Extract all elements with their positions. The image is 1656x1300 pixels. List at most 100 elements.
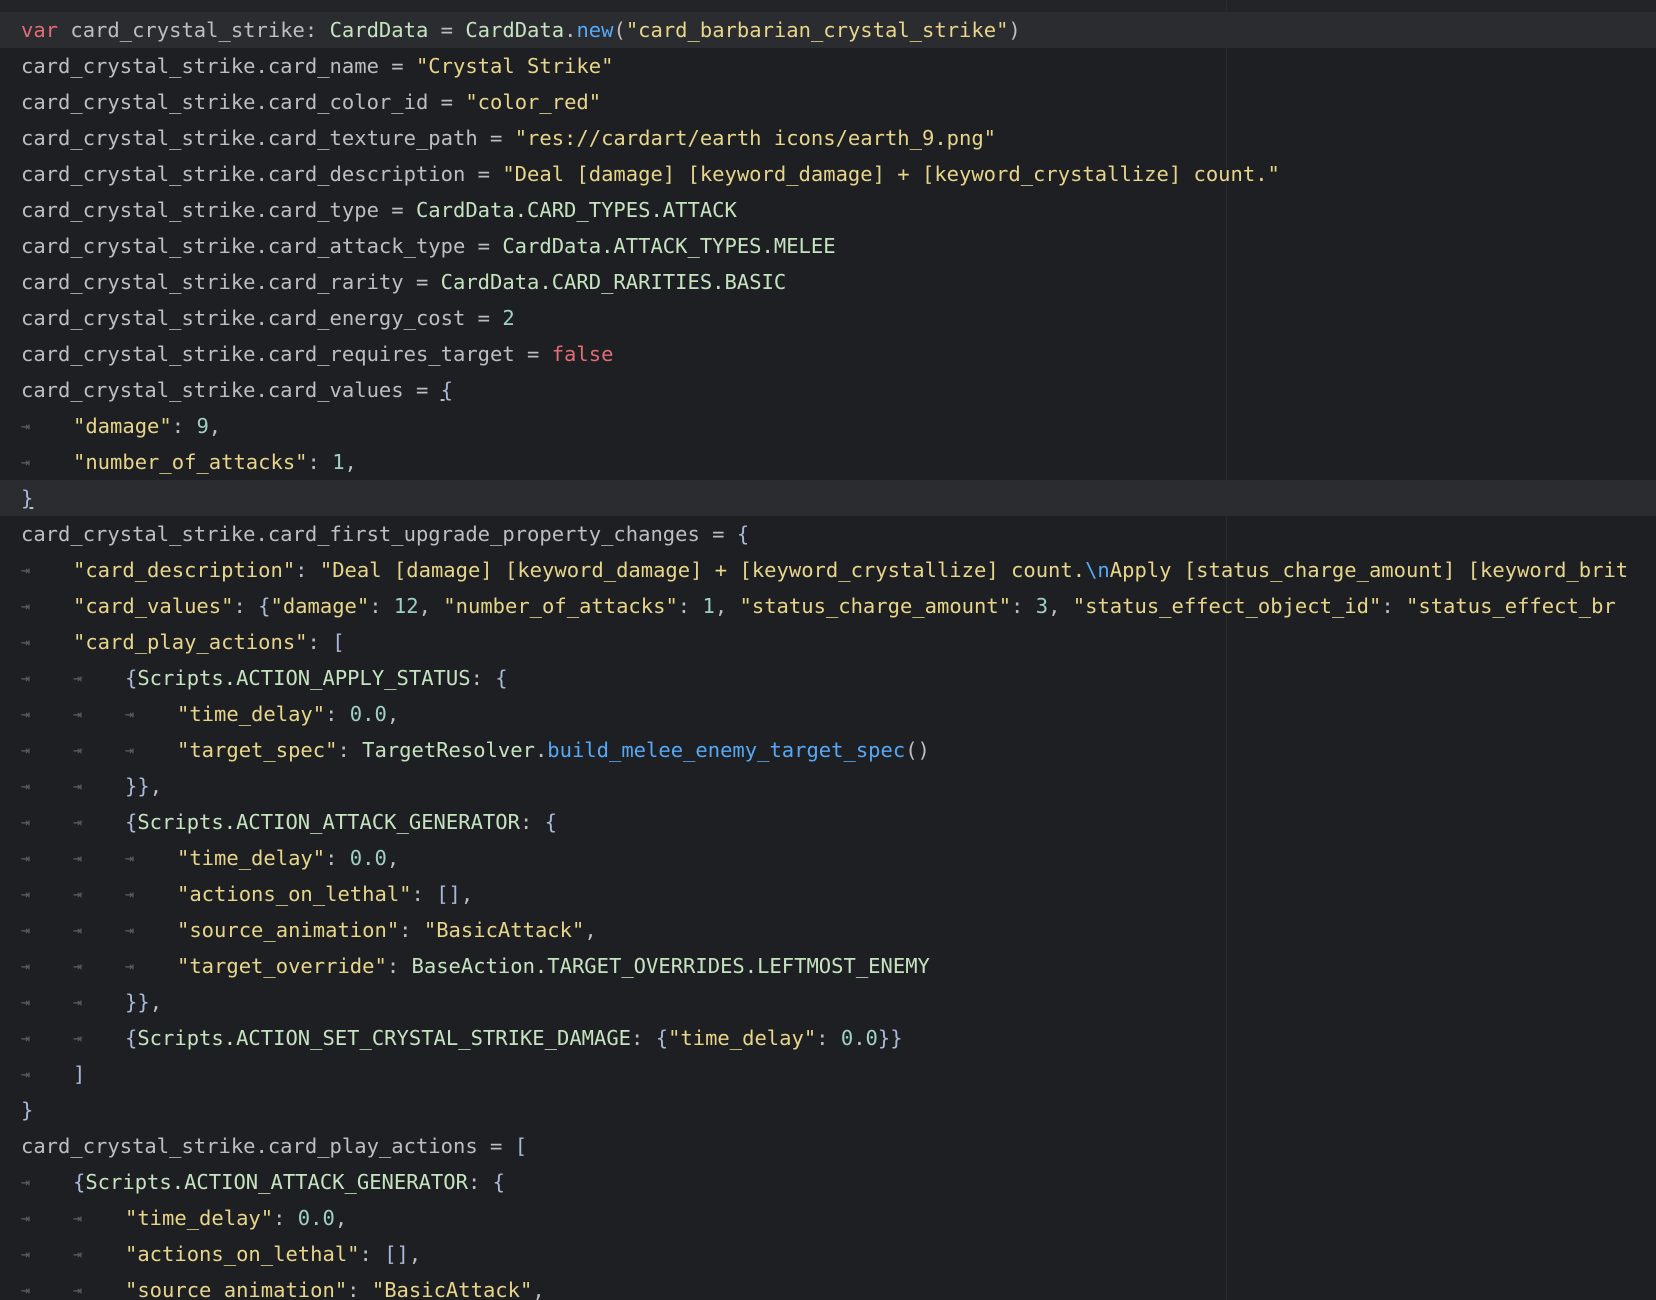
code-line[interactable]: ⇥ ⇥ ⇥ "actions_on_lethal": [], — [0, 876, 1656, 912]
code-token: [ — [514, 1134, 528, 1158]
code-token: CardData.CARD_RARITIES.BASIC — [440, 270, 787, 294]
code-line[interactable]: card_crystal_strike.card_name = "Crystal… — [0, 48, 1656, 84]
tab-indent-marker-icon: ⇥ — [73, 741, 83, 759]
code-line[interactable]: card_crystal_strike.card_rarity = CardDa… — [0, 264, 1656, 300]
code-line[interactable]: ⇥ ⇥}}, — [0, 984, 1656, 1020]
code-line[interactable]: ⇥ ⇥}}, — [0, 768, 1656, 804]
code-token: { — [495, 666, 508, 690]
code-line[interactable]: ⇥ ⇥ {Scripts.ACTION_ATTACK_GENERATOR: { — [0, 804, 1656, 840]
code-token: { — [440, 378, 453, 402]
code-line[interactable]: ⇥ "damage": 9, — [0, 408, 1656, 444]
code-token: card_crystal_strike: — [58, 18, 330, 42]
code-token: "target_override" — [177, 954, 387, 978]
code-token: : — [325, 702, 350, 726]
code-token: , — [149, 990, 163, 1014]
code-line[interactable]: card_crystal_strike.card_description = "… — [0, 156, 1656, 192]
code-line[interactable]: card_crystal_strike.card_texture_path = … — [0, 120, 1656, 156]
code-token: card_crystal_strike.card_color_id = — [21, 90, 466, 114]
code-token: = — [428, 18, 466, 42]
code-token: "source_animation" — [125, 1278, 348, 1300]
code-token: , — [532, 1278, 545, 1300]
code-line[interactable]: ⇥ {Scripts.ACTION_ATTACK_GENERATOR: { — [0, 1164, 1656, 1200]
code-line[interactable]: ⇥ ⇥ {Scripts.ACTION_SET_CRYSTAL_STRIKE_DAM… — [0, 1020, 1656, 1056]
code-line[interactable]: card_crystal_strike.card_play_actions = … — [0, 1128, 1656, 1164]
code-line[interactable]: card_crystal_strike.card_color_id = "col… — [0, 84, 1656, 120]
code-line[interactable]: card_crystal_strike.card_requires_target… — [0, 336, 1656, 372]
tab-indent-marker-icon: ⇥ — [73, 849, 83, 867]
code-token: { — [73, 1170, 86, 1194]
tab-indent-marker-icon: ⇥ — [73, 813, 83, 831]
code-line[interactable]: ⇥ "card_play_actions": [ — [0, 624, 1656, 660]
code-line[interactable]: ⇥ "card_values": {"damage": 12, "number_o… — [0, 588, 1656, 624]
code-line[interactable]: ⇥ ⇥ {Scripts.ACTION_APPLY_STATUS: { — [0, 660, 1656, 696]
tab-indent-marker-icon: ⇥ — [21, 1065, 31, 1083]
code-token: Scripts.ACTION_ATTACK_GENERATOR — [137, 810, 520, 834]
code-token: { — [655, 1026, 669, 1050]
code-token: "Crystal Strike" — [415, 54, 614, 78]
code-token: "card_play_actions" — [73, 630, 308, 654]
code-token: : — [1381, 594, 1407, 618]
code-token: , — [1048, 594, 1073, 618]
code-token: "BasicAttack" — [371, 1278, 533, 1300]
tab-indent-marker-icon: ⇥ — [21, 417, 31, 435]
code-line[interactable]: ⇥] — [0, 1056, 1656, 1092]
code-token: 2 — [502, 306, 515, 330]
code-token: CardData.ATTACK_TYPES.MELEE — [502, 234, 836, 258]
code-token: , — [386, 702, 400, 726]
code-lines[interactable]: var card_crystal_strike: CardData = Card… — [0, 12, 1656, 1300]
code-token: : — [470, 666, 496, 690]
code-token: [] — [384, 1242, 409, 1266]
code-token: { — [125, 810, 138, 834]
code-line[interactable]: ⇥ ⇥ ⇥ "target_spec": TargetResolver.build_m… — [0, 732, 1656, 768]
code-token: ( — [613, 18, 626, 42]
tab-indent-marker-icon: ⇥ — [73, 1245, 83, 1263]
code-line[interactable]: card_crystal_strike.card_energy_cost = 2 — [0, 300, 1656, 336]
code-token: } — [21, 486, 34, 510]
code-line[interactable]: ⇥ ⇥ "actions_on_lethal": [], — [0, 1236, 1656, 1272]
code-token: "card_description" — [73, 558, 296, 582]
code-line[interactable]: card_crystal_strike.card_attack_type = C… — [0, 228, 1656, 264]
tab-indent-marker-icon: ⇥ — [73, 1281, 83, 1299]
code-line[interactable]: ⇥ "number_of_attacks": 1, — [0, 444, 1656, 480]
tab-indent-marker-icon: ⇥ — [21, 669, 31, 687]
code-token: } — [21, 1098, 34, 1122]
code-token: : — [386, 954, 412, 978]
code-token: "damage" — [73, 414, 172, 438]
code-line[interactable]: } — [0, 480, 1656, 516]
code-token: "Deal [damage] [keyword_damage] + [keywo… — [319, 558, 1086, 582]
tab-indent-marker-icon: ⇥ — [21, 453, 31, 471]
code-token: card_crystal_strike.card_name = — [21, 54, 416, 78]
code-line[interactable]: ⇥ ⇥ ⇥ "time_delay": 0.0, — [0, 696, 1656, 732]
code-line[interactable]: var card_crystal_strike: CardData = Card… — [0, 12, 1656, 48]
code-token: "card_values" — [73, 594, 234, 618]
code-line[interactable]: ⇥ ⇥ ⇥ "target_override": BaseAction.TARGET_… — [0, 948, 1656, 984]
code-token: . — [564, 18, 577, 42]
code-token: "target_spec" — [177, 738, 338, 762]
tab-indent-marker-icon: ⇥ — [125, 957, 135, 975]
code-line[interactable]: card_crystal_strike.card_type = CardData… — [0, 192, 1656, 228]
code-line[interactable]: } — [0, 1092, 1656, 1128]
code-token: : — [233, 594, 259, 618]
code-line[interactable]: card_crystal_strike.card_first_upgrade_p… — [0, 516, 1656, 552]
tab-indent-marker-icon: ⇥ — [21, 705, 31, 723]
code-token: : — [631, 1026, 656, 1050]
tab-indent-marker-icon: ⇥ — [21, 1281, 31, 1299]
code-token: "damage" — [270, 594, 370, 618]
code-line[interactable]: ⇥ ⇥ "time_delay": 0.0, — [0, 1200, 1656, 1236]
code-line[interactable]: card_crystal_strike.card_values = { — [0, 372, 1656, 408]
code-token: Scripts.ACTION_SET_CRYSTAL_STRIKE_DAMAGE — [137, 1026, 632, 1050]
tab-indent-marker-icon: ⇥ — [21, 1173, 31, 1191]
tab-indent-marker-icon: ⇥ — [73, 1209, 83, 1227]
code-line[interactable]: ⇥ ⇥ "source_animation": "BasicAttack", — [0, 1272, 1656, 1300]
code-token: ] — [73, 1062, 86, 1086]
code-line[interactable]: ⇥ "card_description": "Deal [damage] [key… — [0, 552, 1656, 588]
code-token: "actions_on_lethal" — [177, 882, 412, 906]
tab-indent-marker-icon: ⇥ — [125, 741, 135, 759]
tab-indent-marker-icon: ⇥ — [21, 1029, 31, 1047]
tab-indent-marker-icon: ⇥ — [21, 957, 31, 975]
code-token: "number_of_attacks" — [73, 450, 308, 474]
code-token: CardData.CARD_TYPES.ATTACK — [415, 198, 737, 222]
code-line[interactable]: ⇥ ⇥ ⇥ "time_delay": 0.0, — [0, 840, 1656, 876]
code-line[interactable]: ⇥ ⇥ ⇥ "source_animation": "BasicAttack", — [0, 912, 1656, 948]
code-editor[interactable]: var card_crystal_strike: CardData = Card… — [0, 0, 1656, 1300]
